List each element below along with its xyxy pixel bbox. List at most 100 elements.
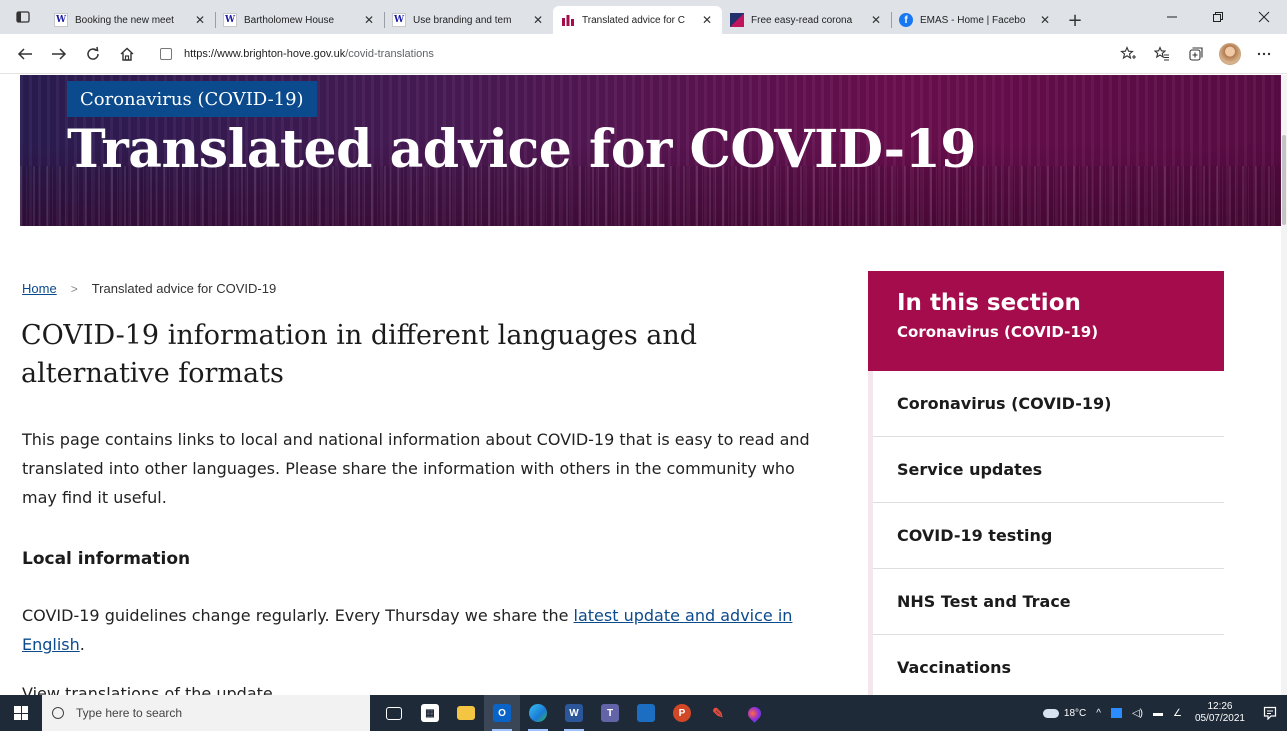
browser-tab[interactable]: Free easy-read corona ✕ xyxy=(722,6,891,34)
page-scrollbar[interactable] xyxy=(1281,75,1287,695)
hero-title: Translated advice for COVID-19 xyxy=(67,119,976,180)
taskbar-search-placeholder: Type here to search xyxy=(76,706,183,720)
pin-icon: ✎ xyxy=(712,704,724,721)
close-window-button[interactable] xyxy=(1241,0,1287,34)
address-bar[interactable]: https://www.brighton-hove.gov.uk/covid-t… xyxy=(150,40,1030,68)
restore-button[interactable] xyxy=(1195,0,1241,34)
show-hidden-icons-button[interactable]: ^ xyxy=(1091,708,1106,719)
file-explorer-button[interactable] xyxy=(448,695,484,731)
teams-app-button[interactable]: T xyxy=(592,695,628,731)
page-title: COVID-19 information in different langua… xyxy=(21,320,698,389)
start-button[interactable] xyxy=(0,695,42,731)
tray-app-glyph-icon xyxy=(1110,708,1122,718)
w-icon: W xyxy=(223,13,237,27)
url-host: https://www.brighton-hove.gov.uk xyxy=(184,47,346,60)
word-app-button[interactable]: W xyxy=(556,695,592,731)
collections-icon xyxy=(1189,46,1203,61)
sidenav-heading: In this section xyxy=(897,290,1081,316)
translations-paragraph: View translations of the update. xyxy=(22,684,278,695)
toolbar-right xyxy=(1111,38,1287,70)
restore-icon xyxy=(1213,12,1223,22)
scrollbar-thumb[interactable] xyxy=(1282,135,1286,225)
section-sidenav: In this section Coronavirus (COVID-19) C… xyxy=(868,271,1224,695)
close-icon[interactable]: ✕ xyxy=(193,13,207,27)
refresh-icon xyxy=(87,46,99,60)
outlook-app-button[interactable]: O xyxy=(484,695,520,731)
close-icon[interactable]: ✕ xyxy=(869,13,883,27)
add-favorite-button[interactable] xyxy=(1111,38,1145,70)
breadcrumb-home-link[interactable]: Home xyxy=(22,281,57,296)
back-button[interactable] xyxy=(8,38,42,70)
arrow-left-icon xyxy=(17,47,32,60)
more-dots-icon xyxy=(1257,52,1271,55)
page-viewport: Coronavirus (COVID-19) Translated advice… xyxy=(0,75,1287,695)
weather-temperature: 18°C xyxy=(1063,707,1087,719)
avatar xyxy=(1219,42,1241,65)
favorites-button[interactable] xyxy=(1145,38,1179,70)
tab-title: Use branding and tem xyxy=(413,14,512,26)
taskbar-search-box[interactable]: Type here to search xyxy=(42,695,370,731)
store-icon: ▦ xyxy=(421,704,439,722)
refresh-button[interactable] xyxy=(76,38,110,70)
sidenav-item-covid-testing[interactable]: COVID-19 testing xyxy=(873,503,1224,569)
settings-more-button[interactable] xyxy=(1247,38,1281,70)
photos-app-button[interactable] xyxy=(628,695,664,731)
tab-title: Translated advice for C xyxy=(582,14,686,26)
home-icon xyxy=(120,47,134,61)
folder-icon xyxy=(457,706,475,720)
browser-tab-active[interactable]: Translated advice for C ✕ xyxy=(553,6,722,34)
weather-widget[interactable]: 18°C xyxy=(1038,708,1091,719)
paint-drop-icon xyxy=(744,703,764,723)
taskbar-apps: ▦ O W T P ✎ xyxy=(376,695,772,731)
browser-tab[interactable]: W Bartholomew House ✕ xyxy=(215,6,384,34)
browser-tab[interactable]: W Use branding and tem ✕ xyxy=(384,6,553,34)
sidenav-subheading[interactable]: Coronavirus (COVID-19) xyxy=(897,323,1195,341)
clock-time: 12:26 xyxy=(1207,701,1233,712)
task-view-button[interactable] xyxy=(376,695,412,731)
tab-title: Free easy-read corona xyxy=(751,14,853,26)
sidenav-item-coronavirus[interactable]: Coronavirus (COVID-19) xyxy=(873,371,1224,437)
pen-button[interactable]: ∠ xyxy=(1168,708,1187,719)
page-info-icon[interactable] xyxy=(160,47,172,60)
browser-tab[interactable]: f EMAS - Home | Facebo ✕ xyxy=(891,6,1060,34)
close-icon[interactable]: ✕ xyxy=(362,13,376,27)
tab-actions-button[interactable] xyxy=(0,0,46,34)
local-information-paragraph: COVID-19 guidelines change regularly. Ev… xyxy=(22,601,812,659)
sidenav-item-service-updates[interactable]: Service updates xyxy=(873,437,1224,503)
new-tab-button[interactable]: + xyxy=(1060,6,1090,34)
windows-taskbar: Type here to search ▦ O W T P ✎ 18°C ^ ◁… xyxy=(0,695,1287,731)
close-icon[interactable]: ✕ xyxy=(1038,13,1052,27)
network-icon: ▬ xyxy=(1152,707,1163,719)
star-add-icon xyxy=(1120,45,1136,59)
close-icon[interactable]: ✕ xyxy=(700,13,714,27)
taskbar-clock[interactable]: 12:26 05/07/2021 xyxy=(1187,701,1253,725)
notifications-button[interactable] xyxy=(1253,695,1287,731)
edge-app-button[interactable] xyxy=(520,695,556,731)
tray-app-icon[interactable] xyxy=(1106,708,1127,718)
chevron-right-icon: > xyxy=(70,281,78,296)
profile-button[interactable] xyxy=(1213,38,1247,70)
powerpoint-app-button[interactable]: P xyxy=(664,695,700,731)
sidenav-item-nhs-test-trace[interactable]: NHS Test and Trace xyxy=(873,569,1224,635)
sidenav-item-vaccinations[interactable]: Vaccinations xyxy=(873,635,1224,695)
browser-tab[interactable]: W Booking the new meet ✕ xyxy=(46,6,215,34)
speaker-icon: ◁) xyxy=(1131,707,1143,719)
collections-button[interactable] xyxy=(1179,38,1213,70)
close-window-icon xyxy=(1258,11,1270,23)
close-icon[interactable]: ✕ xyxy=(531,13,545,27)
store-app-button[interactable]: ▦ xyxy=(412,695,448,731)
volume-button[interactable]: ◁) xyxy=(1127,708,1148,719)
sidenav-header: In this section Coronavirus (COVID-19) xyxy=(868,271,1224,371)
forward-button[interactable] xyxy=(42,38,76,70)
home-button[interactable] xyxy=(110,38,144,70)
search-icon xyxy=(52,707,64,719)
tab-actions-icon xyxy=(16,11,30,23)
sidenav-list: Coronavirus (COVID-19) Service updates C… xyxy=(868,371,1224,695)
paint-app-button[interactable] xyxy=(736,695,772,731)
pin-app-button[interactable]: ✎ xyxy=(700,695,736,731)
browser-tab-strip: W Booking the new meet ✕ W Bartholomew H… xyxy=(0,0,1287,34)
arrow-right-icon xyxy=(52,47,67,60)
hero-section-tag[interactable]: Coronavirus (COVID-19) xyxy=(67,81,317,117)
network-button[interactable]: ▬ xyxy=(1148,708,1168,719)
minimize-button[interactable] xyxy=(1149,0,1195,34)
